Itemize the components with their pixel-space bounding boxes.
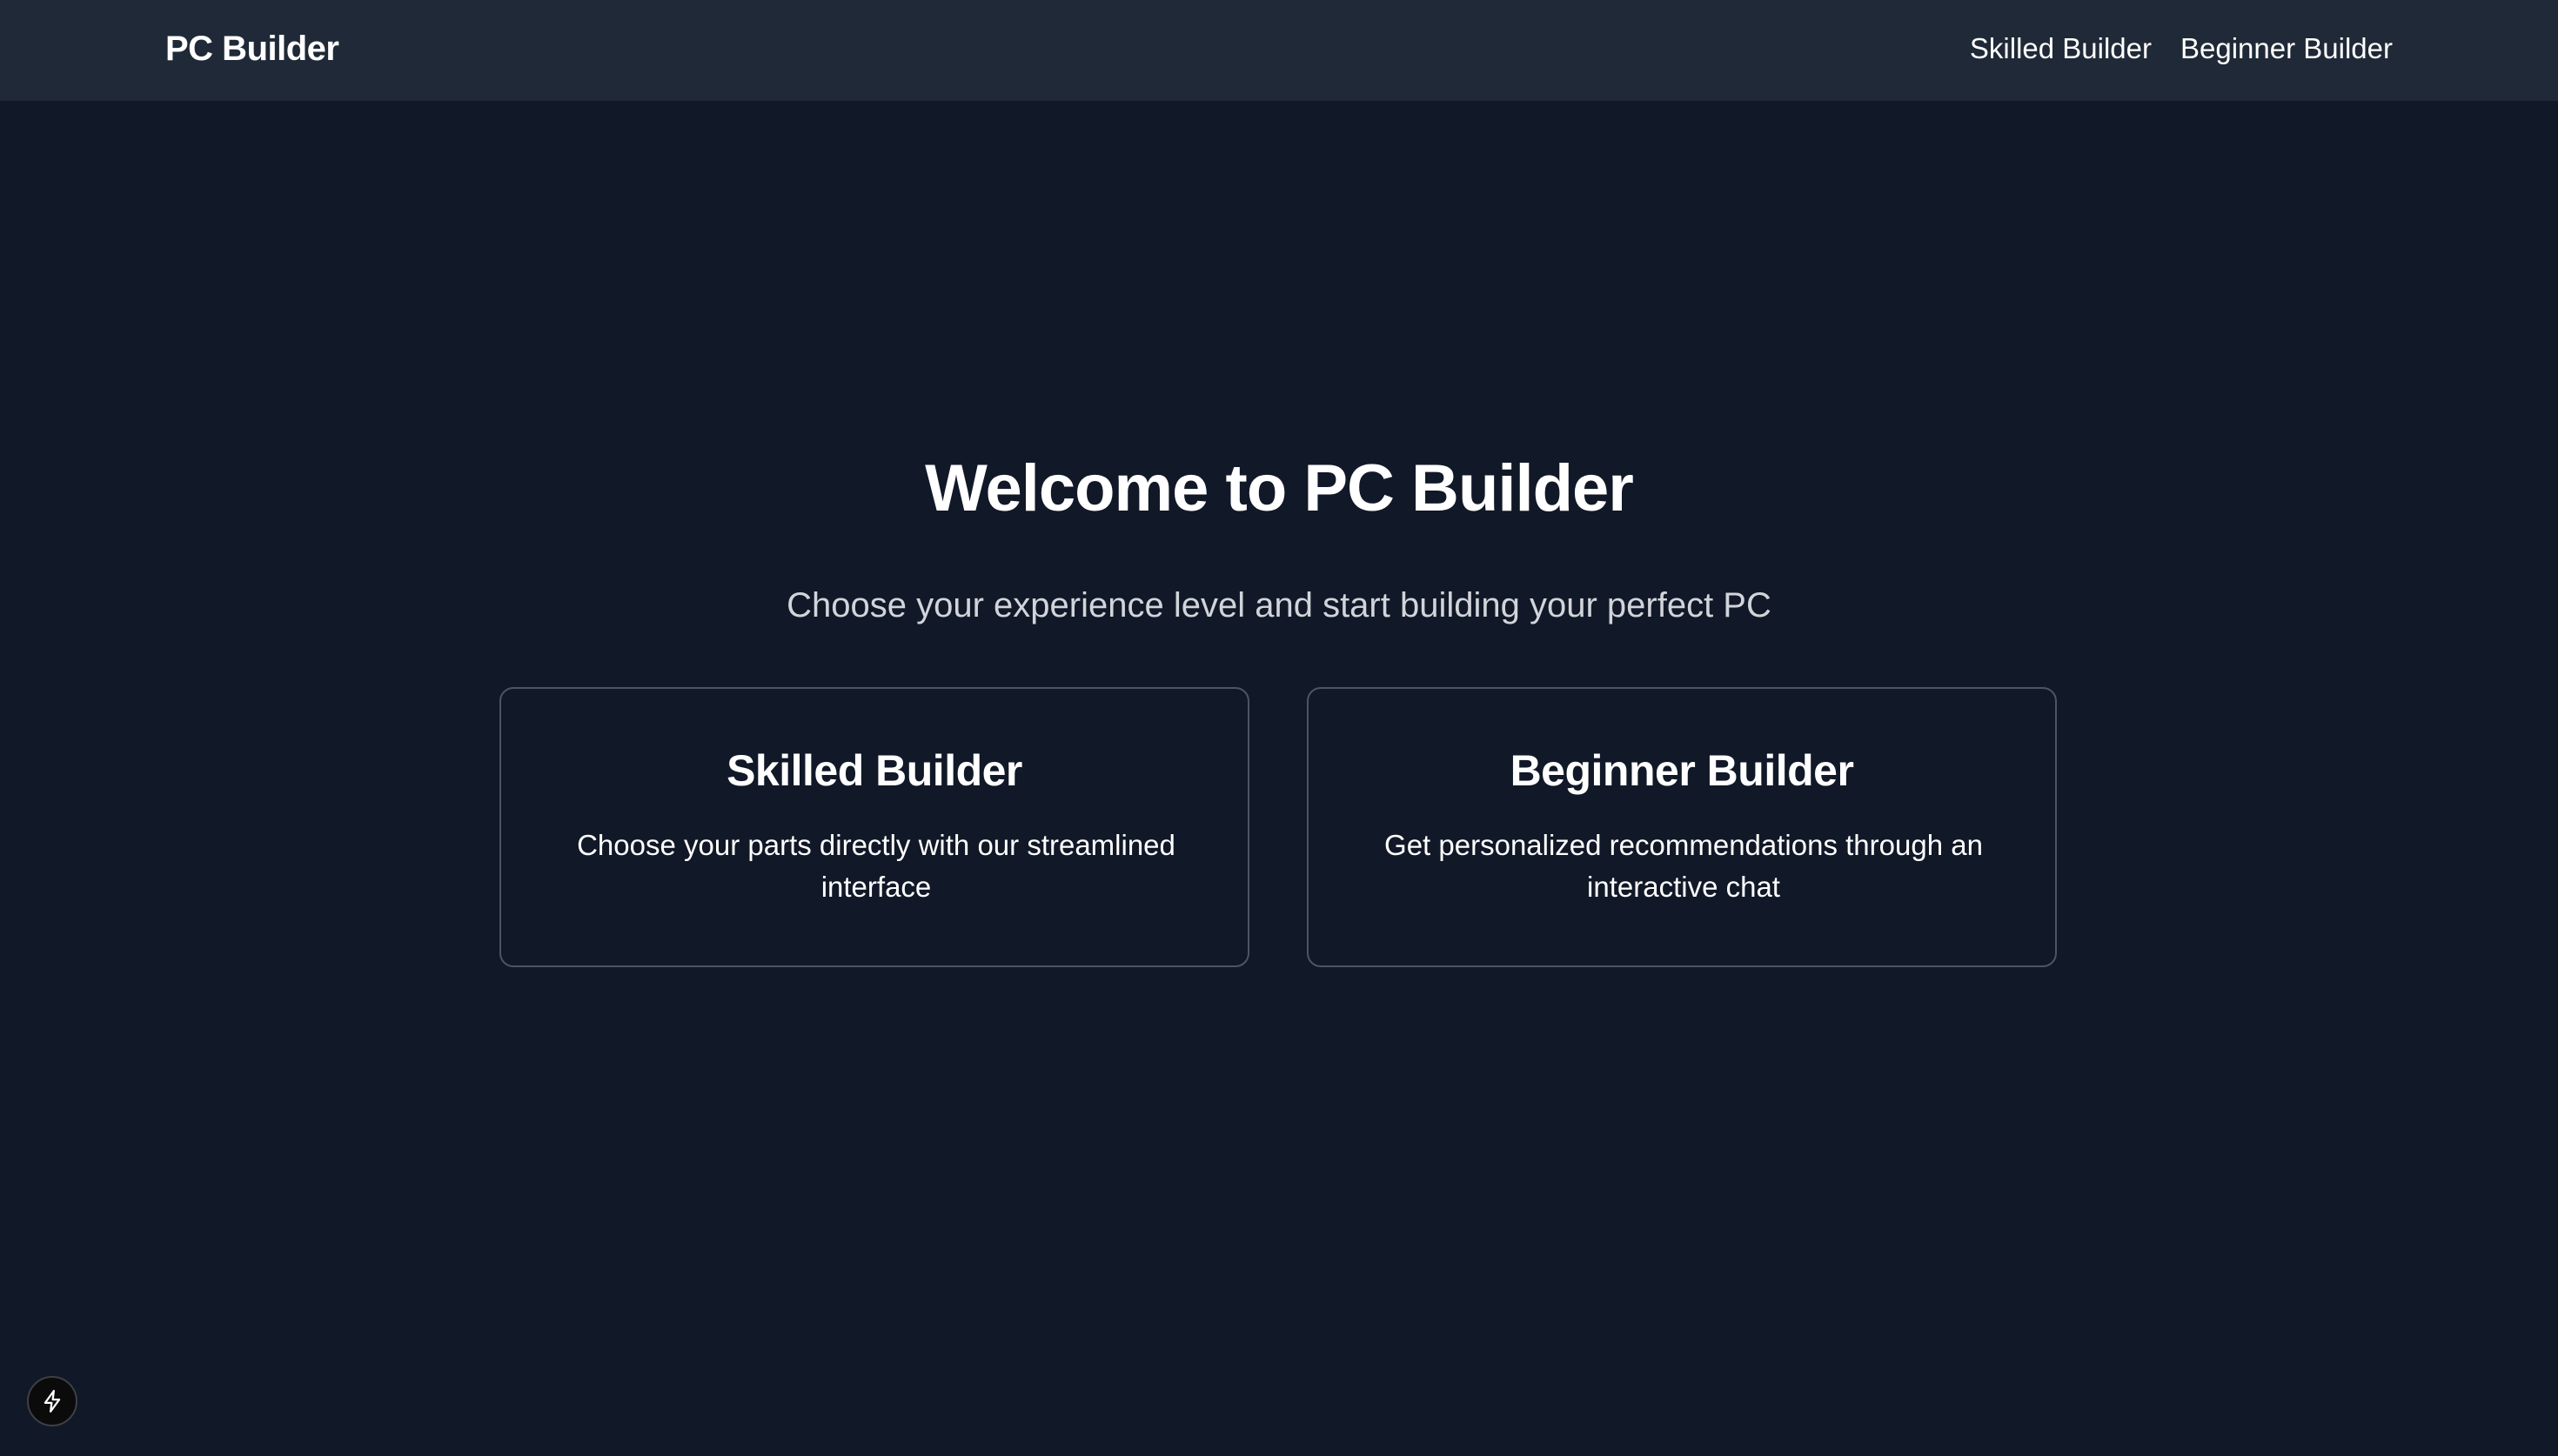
beginner-builder-card[interactable]: Beginner Builder Get personalized recomm… [1307,687,2057,967]
page-title: Welcome to PC Builder [925,451,1634,525]
brand-logo-link[interactable]: PC Builder [165,0,339,97]
card-description: Choose your parts directly with our stre… [577,829,1175,903]
card-title: Beginner Builder [1510,746,1854,795]
card-description: Get personalized recommendations through… [1384,829,1983,903]
dev-indicator-button[interactable] [27,1376,77,1426]
lightning-bolt-icon [39,1388,65,1414]
navbar: PC Builder Skilled Builder Beginner Buil… [0,0,2558,101]
nav-link-skilled-builder[interactable]: Skilled Builder [1970,32,2152,65]
nav-link-beginner-builder[interactable]: Beginner Builder [2180,32,2393,65]
nav-links: Skilled Builder Beginner Builder [1970,0,2393,97]
card-title: Skilled Builder [727,746,1022,795]
page-subtitle: Choose your experience level and start b… [787,586,1771,624]
skilled-builder-card[interactable]: Skilled Builder Choose your parts direct… [499,687,1249,967]
